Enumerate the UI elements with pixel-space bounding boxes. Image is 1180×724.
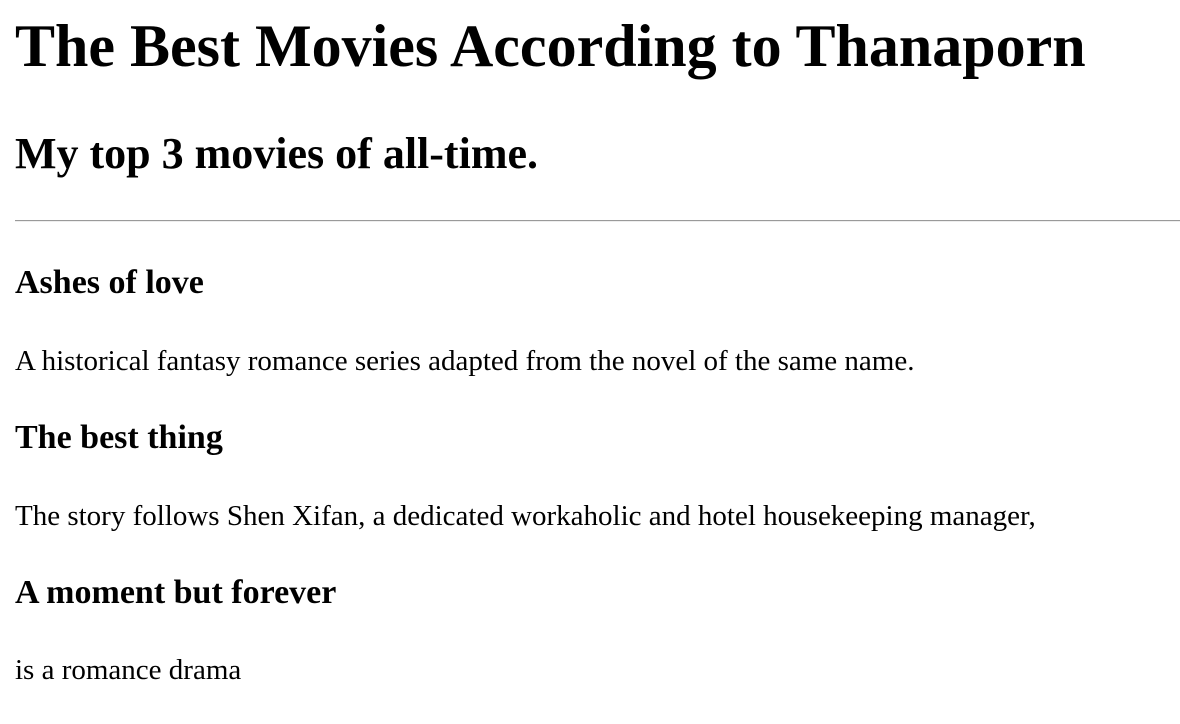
page: The Best Movies According to Thanaporn M… — [0, 0, 1180, 724]
movie-title-ashes-of-love: Ashes of love — [15, 264, 204, 301]
horizontal-divider — [15, 220, 1180, 222]
movie-description-the-best-thing: The story follows Shen Xifan, a dedicate… — [15, 500, 1036, 532]
page-subtitle: My top 3 movies of all-time. — [15, 129, 538, 178]
movie-description-a-moment-but-forever: is a romance drama — [15, 654, 242, 686]
page-title: The Best Movies According to Thanaporn — [15, 13, 1086, 79]
movie-title-a-moment-but-forever: A moment but forever — [15, 574, 337, 611]
movie-description-ashes-of-love: A historical fantasy romance series adap… — [15, 345, 915, 377]
movie-title-the-best-thing: The best thing — [15, 419, 223, 456]
